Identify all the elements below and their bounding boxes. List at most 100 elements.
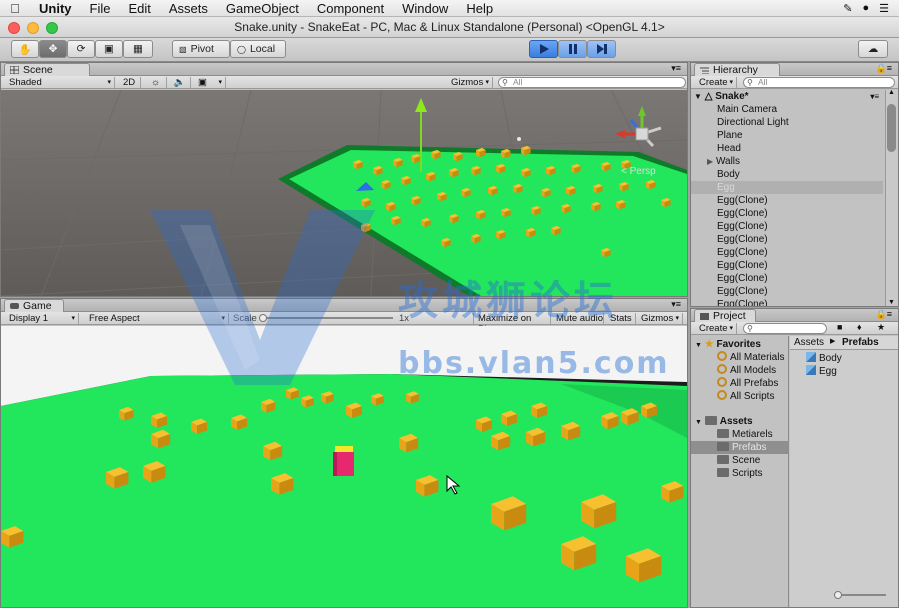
expand-arrow-icon[interactable]: ▼: [695, 342, 702, 349]
hierarchy-item-egg-clone[interactable]: Egg(Clone): [691, 246, 883, 259]
menu-component[interactable]: Component: [308, 1, 393, 16]
lighting-toggle[interactable]: ☼: [145, 77, 167, 88]
move-tool-button[interactable]: ✥: [39, 40, 67, 58]
audio-toggle[interactable]: 🔈: [169, 77, 191, 88]
hierarchy-lock-icon[interactable]: 🔒≡: [876, 63, 892, 74]
icon-size-slider-thumb[interactable]: [834, 591, 842, 599]
scroll-up-arrow-icon[interactable]: ▲: [888, 89, 895, 96]
hierarchy-scrollbar[interactable]: ▲ ▼: [885, 89, 898, 306]
project-lock-icon[interactable]: 🔒≡: [876, 309, 892, 320]
shading-mode-dropdown[interactable]: Shaded ▾: [5, 77, 115, 88]
folder-prefabs[interactable]: Prefabs: [691, 441, 789, 454]
project-create-dropdown[interactable]: Create ▾: [695, 323, 737, 334]
menu-edit[interactable]: Edit: [119, 1, 159, 16]
expand-arrow-icon[interactable]: ▼: [695, 419, 702, 426]
favorites-header[interactable]: ▼ ★ Favorites: [695, 338, 761, 351]
favorite-all-models[interactable]: All Models: [717, 364, 776, 377]
hierarchy-item-walls[interactable]: ▶ Walls: [691, 155, 883, 168]
hierarchy-item-egg[interactable]: Egg: [691, 181, 883, 194]
hand-tool-button[interactable]: ✋: [11, 40, 39, 58]
hierarchy-item-egg-clone[interactable]: Egg(Clone): [691, 285, 883, 298]
aspect-dropdown[interactable]: Free Aspect ▾: [85, 313, 229, 324]
scene-tab-bar: Scene ▾≡: [1, 63, 687, 76]
menu-gameobject[interactable]: GameObject: [217, 1, 308, 16]
apple-icon[interactable]: : [0, 1, 30, 16]
hierarchy-item-egg-clone[interactable]: Egg(Clone): [691, 259, 883, 272]
favorite-all-scripts[interactable]: All Scripts: [717, 390, 774, 403]
expand-arrow-icon[interactable]: ▼: [694, 92, 702, 101]
scene-menu-icon[interactable]: ▾≡: [870, 90, 879, 103]
cloud-button[interactable]: ☁: [858, 40, 888, 58]
scene-viewport[interactable]: [1, 90, 687, 296]
display-dropdown[interactable]: Display 1 ▾: [5, 313, 79, 324]
tab-scene[interactable]: Scene: [4, 63, 90, 76]
rect-tool-button[interactable]: ▦: [123, 40, 153, 58]
game-panel-menu-icon[interactable]: ▾≡: [671, 299, 681, 310]
breadcrumb-assets[interactable]: Assets: [794, 337, 824, 348]
pivot-toggle[interactable]: ▧ Pivot: [172, 40, 230, 58]
play-button[interactable]: [529, 40, 558, 58]
hierarchy-item-head[interactable]: Head: [691, 142, 883, 155]
persp-label[interactable]: < Persp: [621, 166, 656, 177]
rotate-tool-button[interactable]: ⟳: [67, 40, 95, 58]
mute-audio-toggle[interactable]: Mute audio: [552, 313, 604, 324]
hierarchy-item-plane[interactable]: Plane: [691, 129, 883, 142]
scale-slider-thumb[interactable]: [259, 314, 267, 322]
panel-menu-icon[interactable]: ▾≡: [671, 63, 681, 74]
tab-game[interactable]: Game: [4, 299, 64, 312]
scene-gizmos-dropdown[interactable]: Gizmos ▾: [447, 77, 493, 88]
hierarchy-create-dropdown[interactable]: Create ▾: [695, 77, 737, 88]
favorite-all-prefabs[interactable]: All Prefabs: [717, 377, 778, 390]
hierarchy-item-egg-clone[interactable]: Egg(Clone): [691, 207, 883, 220]
play-icon: [539, 44, 549, 54]
filter-type-icon[interactable]: ■: [837, 322, 842, 332]
hierarchy-search-input[interactable]: ⚲ All: [743, 77, 895, 88]
game-viewport[interactable]: [1, 326, 687, 608]
hierarchy-item-egg-clone[interactable]: Egg(Clone): [691, 298, 883, 306]
game-gizmos-dropdown[interactable]: Gizmos ▾: [637, 313, 683, 324]
assets-header[interactable]: ▼ Assets: [695, 415, 753, 428]
hierarchy-scroll-thumb[interactable]: [887, 104, 896, 152]
asset-egg-prefab[interactable]: Egg: [806, 365, 837, 378]
notification-icon[interactable]: ●: [862, 2, 869, 15]
menu-file[interactable]: File: [81, 1, 120, 16]
scale-slider-track[interactable]: [259, 314, 393, 322]
menu-help[interactable]: Help: [457, 1, 502, 16]
2d-toggle[interactable]: 2D: [119, 77, 141, 88]
scene-search-input[interactable]: ⚲ All: [498, 77, 686, 88]
step-button[interactable]: [587, 40, 616, 58]
icon-size-slider[interactable]: [834, 591, 886, 599]
folder-scene[interactable]: Scene: [717, 454, 760, 467]
project-search-input[interactable]: ⚲: [743, 323, 827, 334]
hierarchy-item-egg-clone[interactable]: Egg(Clone): [691, 220, 883, 233]
asset-body-prefab[interactable]: Body: [806, 352, 842, 365]
hierarchy-item-egg-clone[interactable]: Egg(Clone): [691, 272, 883, 285]
hierarchy-scene-row[interactable]: ▼ △ Snake* ▾≡: [691, 90, 883, 103]
folder-scripts[interactable]: Scripts: [717, 467, 763, 480]
effects-dropdown[interactable]: ▣ ▾: [194, 77, 226, 88]
hierarchy-item-egg-clone[interactable]: Egg(Clone): [691, 233, 883, 246]
menu-app-name[interactable]: Unity: [30, 1, 81, 16]
favorite-all-materials[interactable]: All Materials: [717, 351, 784, 364]
scale-tool-button[interactable]: ▣: [95, 40, 123, 58]
chat-status-icon[interactable]: ✎: [843, 2, 852, 15]
menu-window[interactable]: Window: [393, 1, 457, 16]
filter-label-icon[interactable]: ♦: [857, 322, 862, 332]
local-toggle[interactable]: ◯ Local: [230, 40, 286, 58]
pause-button[interactable]: [558, 40, 587, 58]
hierarchy-item-body[interactable]: Body: [691, 168, 883, 181]
hierarchy-item-main-camera[interactable]: Main Camera: [691, 103, 883, 116]
favorite-star-icon[interactable]: ★: [877, 322, 885, 333]
menu-assets[interactable]: Assets: [160, 1, 217, 16]
collapse-arrow-icon[interactable]: ▶: [707, 157, 713, 166]
breadcrumb-prefabs[interactable]: Prefabs: [842, 337, 879, 348]
scroll-down-arrow-icon[interactable]: ▼: [888, 299, 895, 306]
tab-hierarchy[interactable]: Hierarchy: [694, 63, 780, 76]
folder-metiarels[interactable]: Metiarels: [717, 428, 773, 441]
tab-project[interactable]: Project: [694, 309, 756, 322]
hierarchy-item-egg-clone[interactable]: Egg(Clone): [691, 194, 883, 207]
hierarchy-item-directional-light[interactable]: Directional Light: [691, 116, 883, 129]
maximize-on-play-toggle[interactable]: Maximize on Play: [473, 313, 551, 335]
menu-extras-icon[interactable]: ☰: [879, 2, 889, 15]
stats-toggle[interactable]: Stats: [606, 313, 636, 324]
